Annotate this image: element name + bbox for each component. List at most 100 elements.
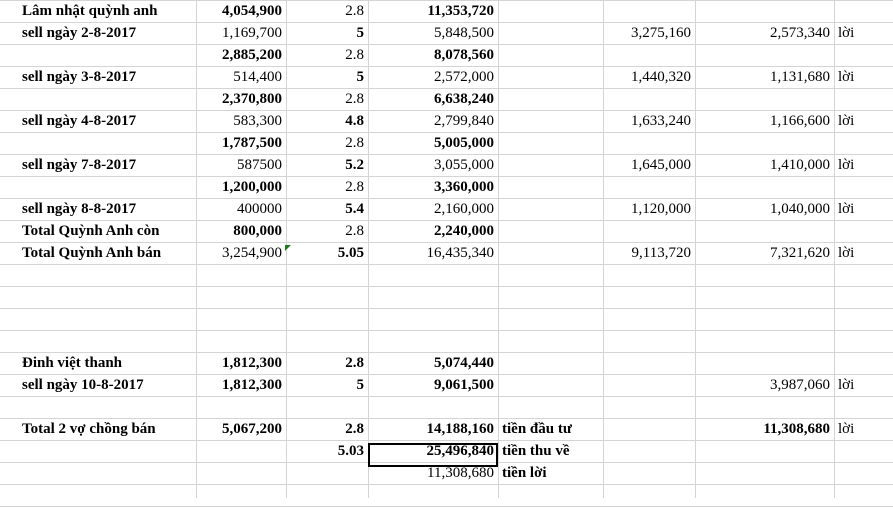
cell-f-row-7[interactable] (603, 132, 695, 154)
cell-c-row-9[interactable]: 2.8 (286, 176, 368, 198)
cell-g-row-4[interactable]: 1,131,680 (695, 66, 834, 88)
cell-g-row-5[interactable] (695, 88, 834, 110)
cell-h-row-5[interactable] (834, 88, 893, 110)
cell-b-row-12[interactable]: 3,254,900 (196, 242, 286, 264)
cell-c-row-2[interactable]: 5 (286, 22, 368, 44)
cell-e-row-21[interactable]: tiền thu về (498, 440, 603, 462)
cell-g-row-3[interactable] (695, 44, 834, 66)
cell-d-row-13[interactable] (368, 264, 498, 286)
cell-h-row-4[interactable]: lời (834, 66, 893, 88)
cell-g-row-7[interactable] (695, 132, 834, 154)
cell-h-row-2[interactable]: lời (834, 22, 893, 44)
cell-c-row-20[interactable]: 2.8 (286, 418, 368, 440)
cell-d-row-3[interactable]: 8,078,560 (368, 44, 498, 66)
cell-d-row-7[interactable]: 5,005,000 (368, 132, 498, 154)
cell-c-row-10[interactable]: 5.4 (286, 198, 368, 220)
cell-c-row-6[interactable]: 4.8 (286, 110, 368, 132)
cell-e-row-6[interactable] (498, 110, 603, 132)
cell-d-row-1[interactable]: 11,353,720 (368, 0, 498, 22)
cell-g-row-19[interactable] (695, 396, 834, 418)
cell-b-row-6[interactable]: 583,300 (196, 110, 286, 132)
cell-d-row-17[interactable]: 5,074,440 (368, 352, 498, 374)
cell-b-row-9[interactable]: 1,200,000 (196, 176, 286, 198)
cell-h-row-3[interactable] (834, 44, 893, 66)
cell-h-row-8[interactable]: lời (834, 154, 893, 176)
cell-a-row-11[interactable]: Total Quỳnh Anh còn (18, 220, 196, 242)
cell-a-row-5[interactable] (18, 88, 196, 110)
cell-a-row-22[interactable] (18, 462, 196, 484)
cell-c-row-13[interactable] (286, 264, 368, 286)
cell-c-row-15[interactable] (286, 308, 368, 330)
cell-g-row-11[interactable] (695, 220, 834, 242)
cell-g-row-1[interactable] (695, 0, 834, 22)
cell-error-indicator-icon[interactable] (285, 245, 291, 251)
cell-g-row-14[interactable] (695, 286, 834, 308)
cell-d-row-10[interactable]: 2,160,000 (368, 198, 498, 220)
cell-g-row-17[interactable] (695, 352, 834, 374)
cell-g-row-13[interactable] (695, 264, 834, 286)
cell-f-row-19[interactable] (603, 396, 695, 418)
cell-g-row-20[interactable]: 11,308,680 (695, 418, 834, 440)
cell-e-row-2[interactable] (498, 22, 603, 44)
cell-d-row-15[interactable] (368, 308, 498, 330)
cell-c-row-7[interactable]: 2.8 (286, 132, 368, 154)
cell-e-row-8[interactable] (498, 154, 603, 176)
cell-a-row-21[interactable] (18, 440, 196, 462)
cell-a-row-2[interactable]: sell ngày 2-8-2017 (18, 22, 196, 44)
cell-f-row-8[interactable]: 1,645,000 (603, 154, 695, 176)
cell-b-row-15[interactable] (196, 308, 286, 330)
cell-b-row-20[interactable]: 5,067,200 (196, 418, 286, 440)
cell-a-row-10[interactable]: sell ngày 8-8-2017 (18, 198, 196, 220)
cell-h-row-11[interactable] (834, 220, 893, 242)
cell-h-row-9[interactable] (834, 176, 893, 198)
cell-d-row-2[interactable]: 5,848,500 (368, 22, 498, 44)
cell-g-row-15[interactable] (695, 308, 834, 330)
spreadsheet-grid[interactable]: Lâm nhật quỳnh anh 4,054,900 2.8 11,353,720… (0, 0, 893, 507)
cell-b-row-5[interactable]: 2,370,800 (196, 88, 286, 110)
cell-c-row-4[interactable]: 5 (286, 66, 368, 88)
cell-a-row-18[interactable]: sell ngày 10-8-2017 (18, 374, 196, 396)
cell-g-row-18[interactable]: 3,987,060 (695, 374, 834, 396)
cell-c-row-3[interactable]: 2.8 (286, 44, 368, 66)
cell-d-row-4[interactable]: 2,572,000 (368, 66, 498, 88)
cell-e-row-10[interactable] (498, 198, 603, 220)
cell-e-row-17[interactable] (498, 352, 603, 374)
cell-a-row-17[interactable]: Đinh việt thanh (18, 352, 196, 374)
cell-e-row-4[interactable] (498, 66, 603, 88)
cell-b-row-3[interactable]: 2,885,200 (196, 44, 286, 66)
cell-f-row-18[interactable] (603, 374, 695, 396)
cell-f-row-4[interactable]: 1,440,320 (603, 66, 695, 88)
cell-f-row-2[interactable]: 3,275,160 (603, 22, 695, 44)
cell-a-row-12[interactable]: Total Quỳnh Anh bán (18, 242, 196, 264)
cell-a-row-14[interactable] (18, 286, 196, 308)
cell-g-row-6[interactable]: 1,166,600 (695, 110, 834, 132)
cell-b-row-18[interactable]: 1,812,300 (196, 374, 286, 396)
cell-b-row-11[interactable]: 800,000 (196, 220, 286, 242)
cell-e-row-20[interactable]: tiền đầu tư (498, 418, 603, 440)
cell-c-row-11[interactable]: 2.8 (286, 220, 368, 242)
cell-e-row-12[interactable] (498, 242, 603, 264)
cell-d-row-8[interactable]: 3,055,000 (368, 154, 498, 176)
cell-b-row-7[interactable]: 1,787,500 (196, 132, 286, 154)
cell-g-row-12[interactable]: 7,321,620 (695, 242, 834, 264)
cell-c-row-12[interactable]: 5.05 (286, 242, 368, 264)
cell-f-row-5[interactable] (603, 88, 695, 110)
cell-b-row-22[interactable] (196, 462, 286, 484)
cell-a-row-6[interactable]: sell ngày 4-8-2017 (18, 110, 196, 132)
cell-f-row-1[interactable] (603, 0, 695, 22)
cell-a-row-9[interactable] (18, 176, 196, 198)
cell-b-row-17[interactable]: 1,812,300 (196, 352, 286, 374)
active-cell-selection[interactable] (368, 443, 498, 467)
cell-e-row-13[interactable] (498, 264, 603, 286)
cell-d-row-6[interactable]: 2,799,840 (368, 110, 498, 132)
cell-a-row-8[interactable]: sell ngày 7-8-2017 (18, 154, 196, 176)
cell-h-row-20[interactable]: lời (834, 418, 893, 440)
cell-d-row-16[interactable] (368, 330, 498, 352)
cell-b-row-4[interactable]: 514,400 (196, 66, 286, 88)
cell-c-row-5[interactable]: 2.8 (286, 88, 368, 110)
cell-e-row-3[interactable] (498, 44, 603, 66)
cell-c-row-8[interactable]: 5.2 (286, 154, 368, 176)
cell-f-row-20[interactable] (603, 418, 695, 440)
cell-b-row-16[interactable] (196, 330, 286, 352)
cell-a-row-16[interactable] (18, 330, 196, 352)
